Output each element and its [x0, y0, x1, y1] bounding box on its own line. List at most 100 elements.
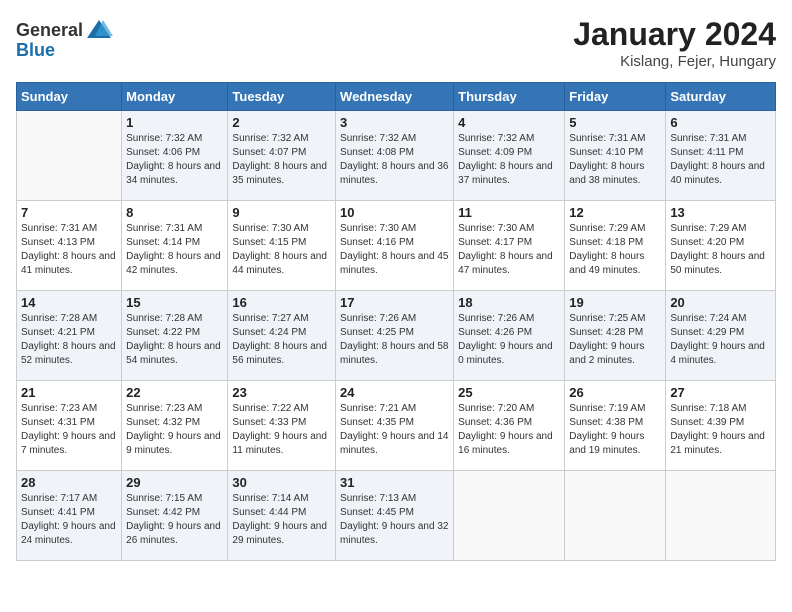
calendar-cell: 10 Sunrise: 7:30 AMSunset: 4:16 PMDayligh… [336, 201, 454, 291]
day-number: 27 [670, 385, 771, 400]
calendar-cell [17, 111, 122, 201]
day-header: Sunday [17, 83, 122, 111]
calendar-cell: 6Sunrise: 7:31 AMSunset: 4:11 PMDaylight… [666, 111, 776, 201]
day-header: Friday [565, 83, 666, 111]
day-info: Sunrise: 7:32 AMSunset: 4:06 PMDaylight:… [126, 132, 223, 188]
calendar-cell: 18 Sunrise: 7:26 AMSunset: 4:26 PMDayligh… [454, 291, 565, 381]
day-number: 26 [569, 385, 661, 400]
calendar-week-row: 14Sunrise: 7:28 AMSunset: 4:21 PMDayligh… [17, 291, 776, 381]
calendar-cell: 5 Sunrise: 7:31 AMSunset: 4:10 PMDaylight… [565, 111, 666, 201]
day-number: 14 [21, 295, 117, 310]
day-number: 15 [126, 295, 223, 310]
day-info: Sunrise: 7:30 AMSunset: 4:15 PMDaylight:… [232, 222, 331, 278]
calendar-week-row: 28Sunrise: 7:17 AMSunset: 4:41 PMDayligh… [17, 471, 776, 561]
day-info: Sunrise: 7:29 AMSunset: 4:18 PMDaylight:… [569, 222, 661, 278]
day-number: 10 [340, 205, 449, 220]
calendar-cell: 22 Sunrise: 7:23 AMSunset: 4:32 PMDayligh… [122, 381, 228, 471]
day-header: Saturday [666, 83, 776, 111]
day-info: Sunrise: 7:14 AMSunset: 4:44 PMDaylight:… [232, 492, 331, 548]
calendar-week-row: 7 Sunrise: 7:31 AMSunset: 4:13 PMDaylight… [17, 201, 776, 291]
calendar-cell: 26 Sunrise: 7:19 AMSunset: 4:38 PMDayligh… [565, 381, 666, 471]
day-number: 5 [569, 115, 661, 130]
logo-icon [85, 16, 113, 44]
calendar-body: 1Sunrise: 7:32 AMSunset: 4:06 PMDaylight… [17, 111, 776, 561]
calendar-week-row: 1Sunrise: 7:32 AMSunset: 4:06 PMDaylight… [17, 111, 776, 201]
day-number: 22 [126, 385, 223, 400]
calendar-cell: 16 Sunrise: 7:27 AMSunset: 4:24 PMDayligh… [228, 291, 336, 381]
day-number: 24 [340, 385, 449, 400]
day-info: Sunrise: 7:25 AMSunset: 4:28 PMDaylight:… [569, 312, 661, 368]
calendar-cell: 1Sunrise: 7:32 AMSunset: 4:06 PMDaylight… [122, 111, 228, 201]
day-number: 16 [232, 295, 331, 310]
day-info: Sunrise: 7:18 AMSunset: 4:39 PMDaylight:… [670, 402, 771, 458]
day-header: Thursday [454, 83, 565, 111]
month-title: January 2024 [573, 16, 776, 53]
day-number: 17 [340, 295, 449, 310]
day-info: Sunrise: 7:31 AMSunset: 4:13 PMDaylight:… [21, 222, 117, 278]
calendar-cell: 24 Sunrise: 7:21 AMSunset: 4:35 PMDayligh… [336, 381, 454, 471]
calendar-cell: 9 Sunrise: 7:30 AMSunset: 4:15 PMDaylight… [228, 201, 336, 291]
logo: General Blue [16, 16, 113, 61]
day-info: Sunrise: 7:32 AMSunset: 4:09 PMDaylight:… [458, 132, 560, 188]
calendar-cell: 19 Sunrise: 7:25 AMSunset: 4:28 PMDayligh… [565, 291, 666, 381]
calendar-cell: 28Sunrise: 7:17 AMSunset: 4:41 PMDayligh… [17, 471, 122, 561]
day-number: 31 [340, 475, 449, 490]
day-info: Sunrise: 7:27 AMSunset: 4:24 PMDaylight:… [232, 312, 331, 368]
calendar-cell: 25Sunrise: 7:20 AMSunset: 4:36 PMDayligh… [454, 381, 565, 471]
calendar-cell: 11Sunrise: 7:30 AMSunset: 4:17 PMDayligh… [454, 201, 565, 291]
calendar-cell: 20 Sunrise: 7:24 AMSunset: 4:29 PMDayligh… [666, 291, 776, 381]
logo-blue: Blue [16, 40, 55, 61]
day-info: Sunrise: 7:24 AMSunset: 4:29 PMDaylight:… [670, 312, 771, 368]
day-number: 29 [126, 475, 223, 490]
day-number: 9 [232, 205, 331, 220]
calendar-cell: 12 Sunrise: 7:29 AMSunset: 4:18 PMDayligh… [565, 201, 666, 291]
day-number: 28 [21, 475, 117, 490]
day-info: Sunrise: 7:32 AMSunset: 4:07 PMDaylight:… [232, 132, 331, 188]
day-header: Wednesday [336, 83, 454, 111]
day-number: 20 [670, 295, 771, 310]
logo-general: General [16, 20, 83, 41]
calendar-week-row: 21 Sunrise: 7:23 AMSunset: 4:31 PMDayligh… [17, 381, 776, 471]
day-number: 19 [569, 295, 661, 310]
day-number: 11 [458, 205, 560, 220]
day-info: Sunrise: 7:31 AMSunset: 4:10 PMDaylight:… [569, 132, 661, 188]
day-number: 3 [340, 115, 449, 130]
calendar-table: SundayMondayTuesdayWednesdayThursdayFrid… [16, 82, 776, 561]
day-info: Sunrise: 7:30 AMSunset: 4:16 PMDaylight:… [340, 222, 449, 278]
day-info: Sunrise: 7:21 AMSunset: 4:35 PMDaylight:… [340, 402, 449, 458]
day-number: 18 [458, 295, 560, 310]
day-info: Sunrise: 7:23 AMSunset: 4:31 PMDaylight:… [21, 402, 117, 458]
day-info: Sunrise: 7:26 AMSunset: 4:26 PMDaylight:… [458, 312, 560, 368]
day-number: 21 [21, 385, 117, 400]
day-number: 7 [21, 205, 117, 220]
calendar-cell [666, 471, 776, 561]
location-title: Kislang, Fejer, Hungary [573, 53, 776, 70]
day-info: Sunrise: 7:31 AMSunset: 4:11 PMDaylight:… [670, 132, 771, 188]
calendar-cell: 2Sunrise: 7:32 AMSunset: 4:07 PMDaylight… [228, 111, 336, 201]
title-section: January 2024 Kislang, Fejer, Hungary [573, 16, 776, 70]
calendar-cell: 23Sunrise: 7:22 AMSunset: 4:33 PMDayligh… [228, 381, 336, 471]
day-number: 30 [232, 475, 331, 490]
day-info: Sunrise: 7:13 AMSunset: 4:45 PMDaylight:… [340, 492, 449, 548]
day-info: Sunrise: 7:20 AMSunset: 4:36 PMDaylight:… [458, 402, 560, 458]
calendar-cell: 14Sunrise: 7:28 AMSunset: 4:21 PMDayligh… [17, 291, 122, 381]
day-info: Sunrise: 7:26 AMSunset: 4:25 PMDaylight:… [340, 312, 449, 368]
page-header: General Blue January 2024 Kislang, Fejer… [16, 16, 776, 70]
calendar-cell: 7 Sunrise: 7:31 AMSunset: 4:13 PMDaylight… [17, 201, 122, 291]
calendar-cell: 30 Sunrise: 7:14 AMSunset: 4:44 PMDayligh… [228, 471, 336, 561]
day-info: Sunrise: 7:23 AMSunset: 4:32 PMDaylight:… [126, 402, 223, 458]
calendar-cell: 4 Sunrise: 7:32 AMSunset: 4:09 PMDaylight… [454, 111, 565, 201]
calendar-cell [454, 471, 565, 561]
day-number: 4 [458, 115, 560, 130]
calendar-cell: 31 Sunrise: 7:13 AMSunset: 4:45 PMDayligh… [336, 471, 454, 561]
calendar-cell: 29Sunrise: 7:15 AMSunset: 4:42 PMDayligh… [122, 471, 228, 561]
day-number: 12 [569, 205, 661, 220]
day-number: 23 [232, 385, 331, 400]
calendar-cell: 27 Sunrise: 7:18 AMSunset: 4:39 PMDayligh… [666, 381, 776, 471]
day-header: Monday [122, 83, 228, 111]
day-info: Sunrise: 7:19 AMSunset: 4:38 PMDaylight:… [569, 402, 661, 458]
calendar-cell: 3Sunrise: 7:32 AMSunset: 4:08 PMDaylight… [336, 111, 454, 201]
day-info: Sunrise: 7:31 AMSunset: 4:14 PMDaylight:… [126, 222, 223, 278]
calendar-cell: 17 Sunrise: 7:26 AMSunset: 4:25 PMDayligh… [336, 291, 454, 381]
calendar-cell: 8Sunrise: 7:31 AMSunset: 4:14 PMDaylight… [122, 201, 228, 291]
